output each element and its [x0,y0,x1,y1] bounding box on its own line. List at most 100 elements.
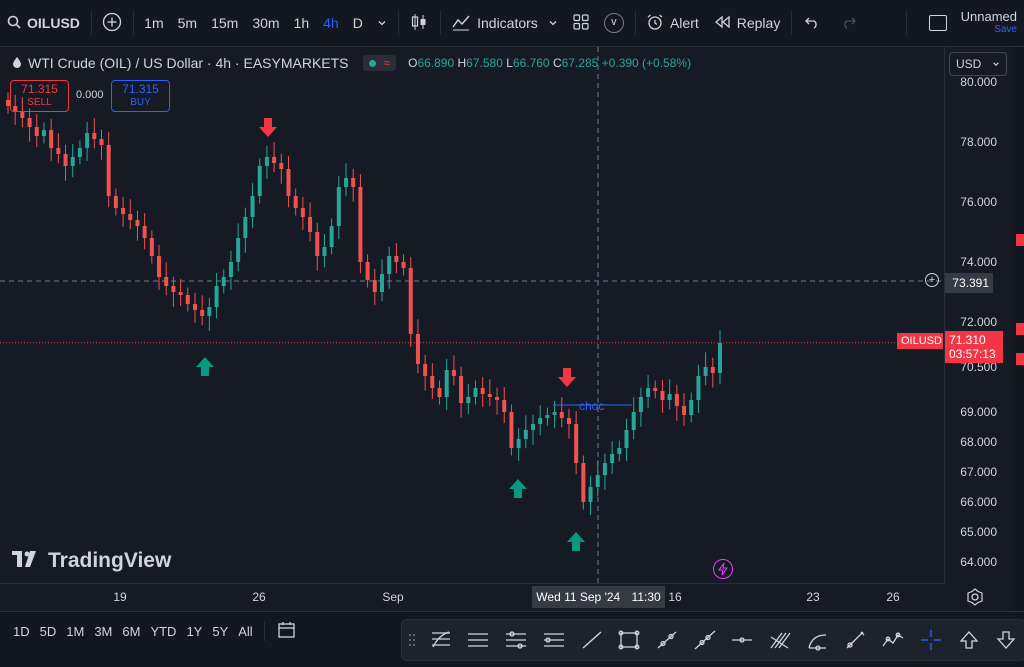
range-1d[interactable]: 1D [8,624,35,639]
rectangle-icon[interactable] [610,621,648,659]
time-tick-label: 26 [252,590,265,604]
currency-selector[interactable]: USD [949,52,1007,76]
wave-icon: ≈ [384,56,391,70]
candle-body [711,367,715,373]
buy-price: 71.315 [112,82,169,96]
arc-icon[interactable] [799,621,837,659]
plus-circle-icon[interactable]: + [925,273,939,287]
candle-body [179,292,183,295]
right-sidebar-strip [1012,47,1024,611]
candle-body [358,187,362,262]
pitchfan-icon[interactable] [535,621,573,659]
chart-type-button[interactable] [402,0,436,46]
price-scale[interactable]: USD 80.00078.00076.00074.00072.00070.500… [944,47,1013,583]
chart-pane[interactable]: choc WTI Crude (OIL) / US Dollar · 4h · … [0,47,944,583]
change-value: +0.390 (+0.58%) [602,56,691,70]
candlestick-chart[interactable]: choc [0,47,944,583]
candle-body [423,364,427,376]
time-scale[interactable]: 1926Sep162326 Wed 11 Sep '24 11:30 [0,583,944,611]
redo-button[interactable] [827,0,866,46]
crosshair-icon[interactable] [912,621,950,659]
symbol-tag: OILUSD [897,333,943,349]
channel-icon[interactable] [497,621,535,659]
candle-body [409,268,413,334]
range-1m[interactable]: 1M [61,624,89,639]
candle-body [272,157,276,163]
undo-button[interactable] [795,0,827,46]
timeframe-4h[interactable]: 4h [316,0,346,46]
range-ytd[interactable]: YTD [145,624,181,639]
layout-button[interactable]: Unnamed Save [911,0,1024,46]
candle-body [387,256,391,274]
candle-body [596,475,600,487]
crosshair-clock: 11:30 [632,590,661,604]
brush-icon[interactable] [837,621,875,659]
candle-body [315,232,319,256]
parallel-lines-icon[interactable] [460,621,498,659]
buy-button[interactable]: 71.315 BUY [111,80,170,112]
candle-body [481,388,485,394]
ray-icon[interactable] [648,621,686,659]
candle-body [236,238,240,262]
alert-marker[interactable] [1016,234,1024,246]
extended-line-icon[interactable] [686,621,724,659]
candle-body [589,487,593,502]
candle-body [502,400,506,412]
arrow-up-icon[interactable] [950,621,988,659]
divider [264,621,265,641]
drag-handle-icon[interactable] [402,621,422,659]
path-icon[interactable] [874,621,912,659]
timeframe-dropdown[interactable] [370,0,394,46]
templates-button[interactable] [565,0,597,46]
buy-signal-arrow-icon [196,357,214,376]
drawing-toolbar [401,619,1024,661]
candle-body [171,286,175,292]
trend-line-icon[interactable] [573,621,611,659]
v-button[interactable]: v [597,0,631,46]
timeframe-15m[interactable]: 15m [204,0,245,46]
candle-body [488,394,492,397]
candle-body [85,133,89,148]
candle-body [229,262,233,277]
candle-body [581,463,585,502]
save-label[interactable]: Save [961,23,1017,36]
indicators-button[interactable]: Indicators [444,0,565,46]
plus-circle-icon [102,12,122,35]
timeframe-1h[interactable]: 1h [287,0,317,46]
timeframe-1m[interactable]: 1m [137,0,170,46]
alert-marker[interactable] [1016,353,1024,365]
timeframe-5m[interactable]: 5m [171,0,204,46]
alert-marker[interactable] [1016,323,1024,335]
candle-body [617,448,621,454]
candle-body [193,304,197,310]
range-3m[interactable]: 3M [89,624,117,639]
horizontal-ray-icon[interactable] [723,621,761,659]
replay-button[interactable]: Replay [706,0,788,46]
candle-body [524,430,528,439]
sell-signal-arrow-icon [259,118,277,137]
settings-gear-icon[interactable] [966,588,984,611]
range-6m[interactable]: 6M [117,624,145,639]
pitchfork-icon[interactable] [761,621,799,659]
symbol-search[interactable]: OILUSD [0,0,87,46]
candle-body [689,400,693,415]
range-1y[interactable]: 1Y [181,624,207,639]
compare-button[interactable] [95,0,129,46]
goto-date-icon[interactable] [271,621,303,642]
sell-button[interactable]: 71.315 SELL [10,80,69,112]
alert-button[interactable]: Alert [639,0,706,46]
candle-body [517,439,521,448]
range-all[interactable]: All [233,624,257,639]
lightning-icon[interactable] [713,559,733,579]
price-tick-label: 78.000 [960,135,997,149]
arrow-down-icon[interactable] [987,621,1024,659]
time-tick-label: 19 [113,590,126,604]
timeframe-30m[interactable]: 30m [245,0,286,46]
price-tick-label: 69.000 [960,405,997,419]
legend-status[interactable]: ≈ [363,55,397,71]
range-5y[interactable]: 5Y [207,624,233,639]
range-5d[interactable]: 5D [35,624,62,639]
candle-body [567,418,571,424]
fib-retracement-icon[interactable] [422,621,460,659]
timeframe-D[interactable]: D [346,0,370,46]
